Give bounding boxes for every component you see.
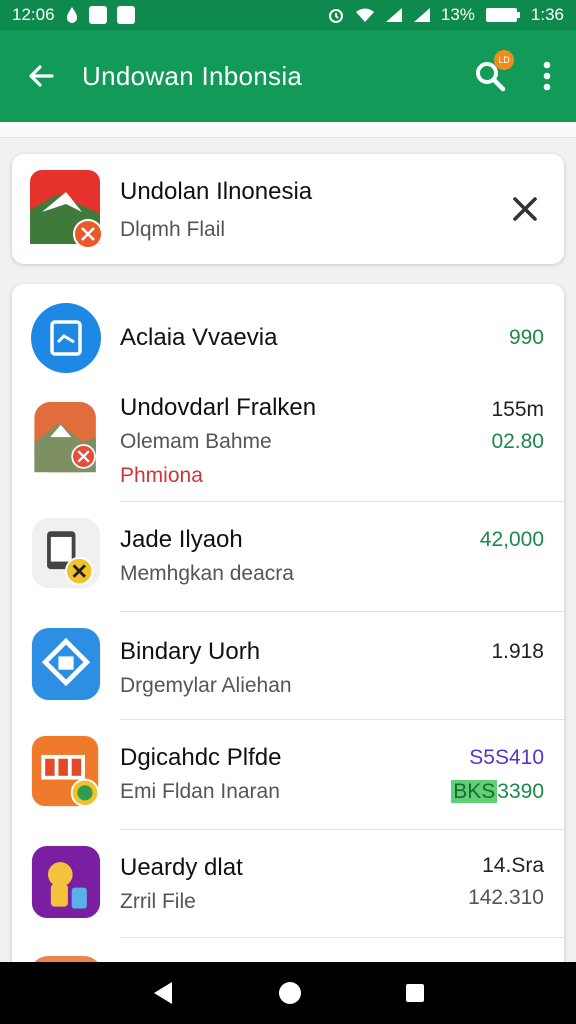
system-nav-bar (0, 962, 576, 1024)
search-badge: LD (494, 50, 514, 70)
app-bar-shadow (0, 122, 576, 138)
battery-percent: 13% (440, 5, 475, 24)
featured-app-card[interactable]: Undolan Ilnonesia Dlqmh Flail (12, 154, 564, 264)
back-button[interactable] (0, 30, 82, 122)
list-item-subtitle: Drgemylar Aliehan (120, 674, 292, 697)
home-nav-icon[interactable] (277, 980, 303, 1006)
page-title: Undowan Inbonsia (82, 60, 303, 91)
battery-icon (485, 8, 520, 22)
list-item-value-secondary-text: 3390 (497, 780, 544, 803)
more-options-button[interactable] (518, 30, 576, 122)
status-bar: 12:06 13% 1:36 (0, 0, 576, 30)
list-item-subtitle: Memhgkan deacra (120, 562, 294, 585)
list-item-title: Undovdarl Fralken (120, 394, 317, 421)
list-item[interactable]: Bindary Uorh Drgemylar Aliehan 1.918 (12, 612, 564, 720)
alarm-icon (328, 9, 343, 23)
featured-app-subtitle: Dlqmh Flail (120, 218, 226, 241)
back-arrow-icon (29, 65, 54, 87)
list-item-value: 42,000 (479, 528, 544, 551)
app-bar: Undowan Inbonsia LD (0, 30, 576, 122)
list-item-subtitle: Olemam Bahme (120, 430, 272, 453)
list-item-promo: Phmiona (120, 464, 203, 487)
list-item-subtitle: Zrril File (120, 890, 196, 913)
red-app-icon (30, 170, 103, 248)
signal-icon (385, 8, 402, 22)
list-item-title: Jade Ilyaoh (120, 526, 243, 553)
list-item[interactable]: Jade Ilyaoh Memhgkan deacra 42,000 (12, 502, 564, 612)
notification-b-icon (88, 6, 107, 24)
signal-icon (413, 8, 430, 22)
notification-app-icon (116, 6, 135, 24)
recents-nav-icon[interactable] (404, 982, 426, 1004)
phone-app-icon (31, 518, 101, 589)
search-button[interactable]: LD (462, 30, 518, 122)
list-item-value: 1.918 (491, 640, 544, 663)
list-item-value-secondary: 02.80 (491, 430, 544, 453)
featured-app-title: Undolan Ilnonesia (120, 178, 313, 205)
list-item-subtitle: Emi Fldan Inaran (120, 780, 280, 803)
status-clock: 1:36 (530, 5, 564, 24)
list-item-title: Dgicahdc Plfde (120, 744, 282, 771)
blue-home-icon (31, 628, 101, 700)
wifi-icon (355, 8, 374, 22)
orange-landscape-icon (34, 402, 96, 473)
purple-character-icon (31, 846, 101, 918)
orange-calendar-icon (31, 736, 100, 808)
dismiss-button[interactable] (506, 190, 544, 228)
more-vert-icon (543, 61, 551, 91)
list-item-value-secondary: 142.310 (468, 886, 544, 909)
highlight-badge: BKS (451, 780, 498, 803)
list-item[interactable]: Ueardy dlat Zrril File 14.Sra 142.310 (12, 830, 564, 938)
close-icon (513, 197, 537, 221)
back-nav-icon[interactable] (150, 980, 176, 1006)
list-item[interactable]: Dgicahdc Plfde Emi Fldan Inaran S5S410 B… (12, 720, 564, 830)
blue-clipboard-icon (31, 303, 101, 373)
list-item-value-secondary: BKS3390 (451, 780, 544, 804)
status-time: 12:06 (12, 5, 55, 24)
list-item-value: 990 (508, 326, 544, 349)
list-item-title: Ueardy dlat (120, 854, 243, 881)
list-item[interactable]: Aclaia Vvaevia 990 (12, 284, 564, 388)
list-item-value: 14.Sra (482, 854, 544, 877)
water-drop-icon (66, 7, 77, 23)
app-list: Aclaia Vvaevia 990 Undovdarl Fralken Ole… (12, 284, 564, 984)
list-item-value: S5S410 (469, 746, 544, 769)
list-item-title: Aclaia Vvaevia (120, 324, 278, 351)
list-item-value: 155m (491, 398, 544, 421)
list-item[interactable]: Undovdarl Fralken Olemam Bahme Phmiona 1… (12, 388, 564, 502)
list-item-title: Bindary Uorh (120, 638, 261, 665)
